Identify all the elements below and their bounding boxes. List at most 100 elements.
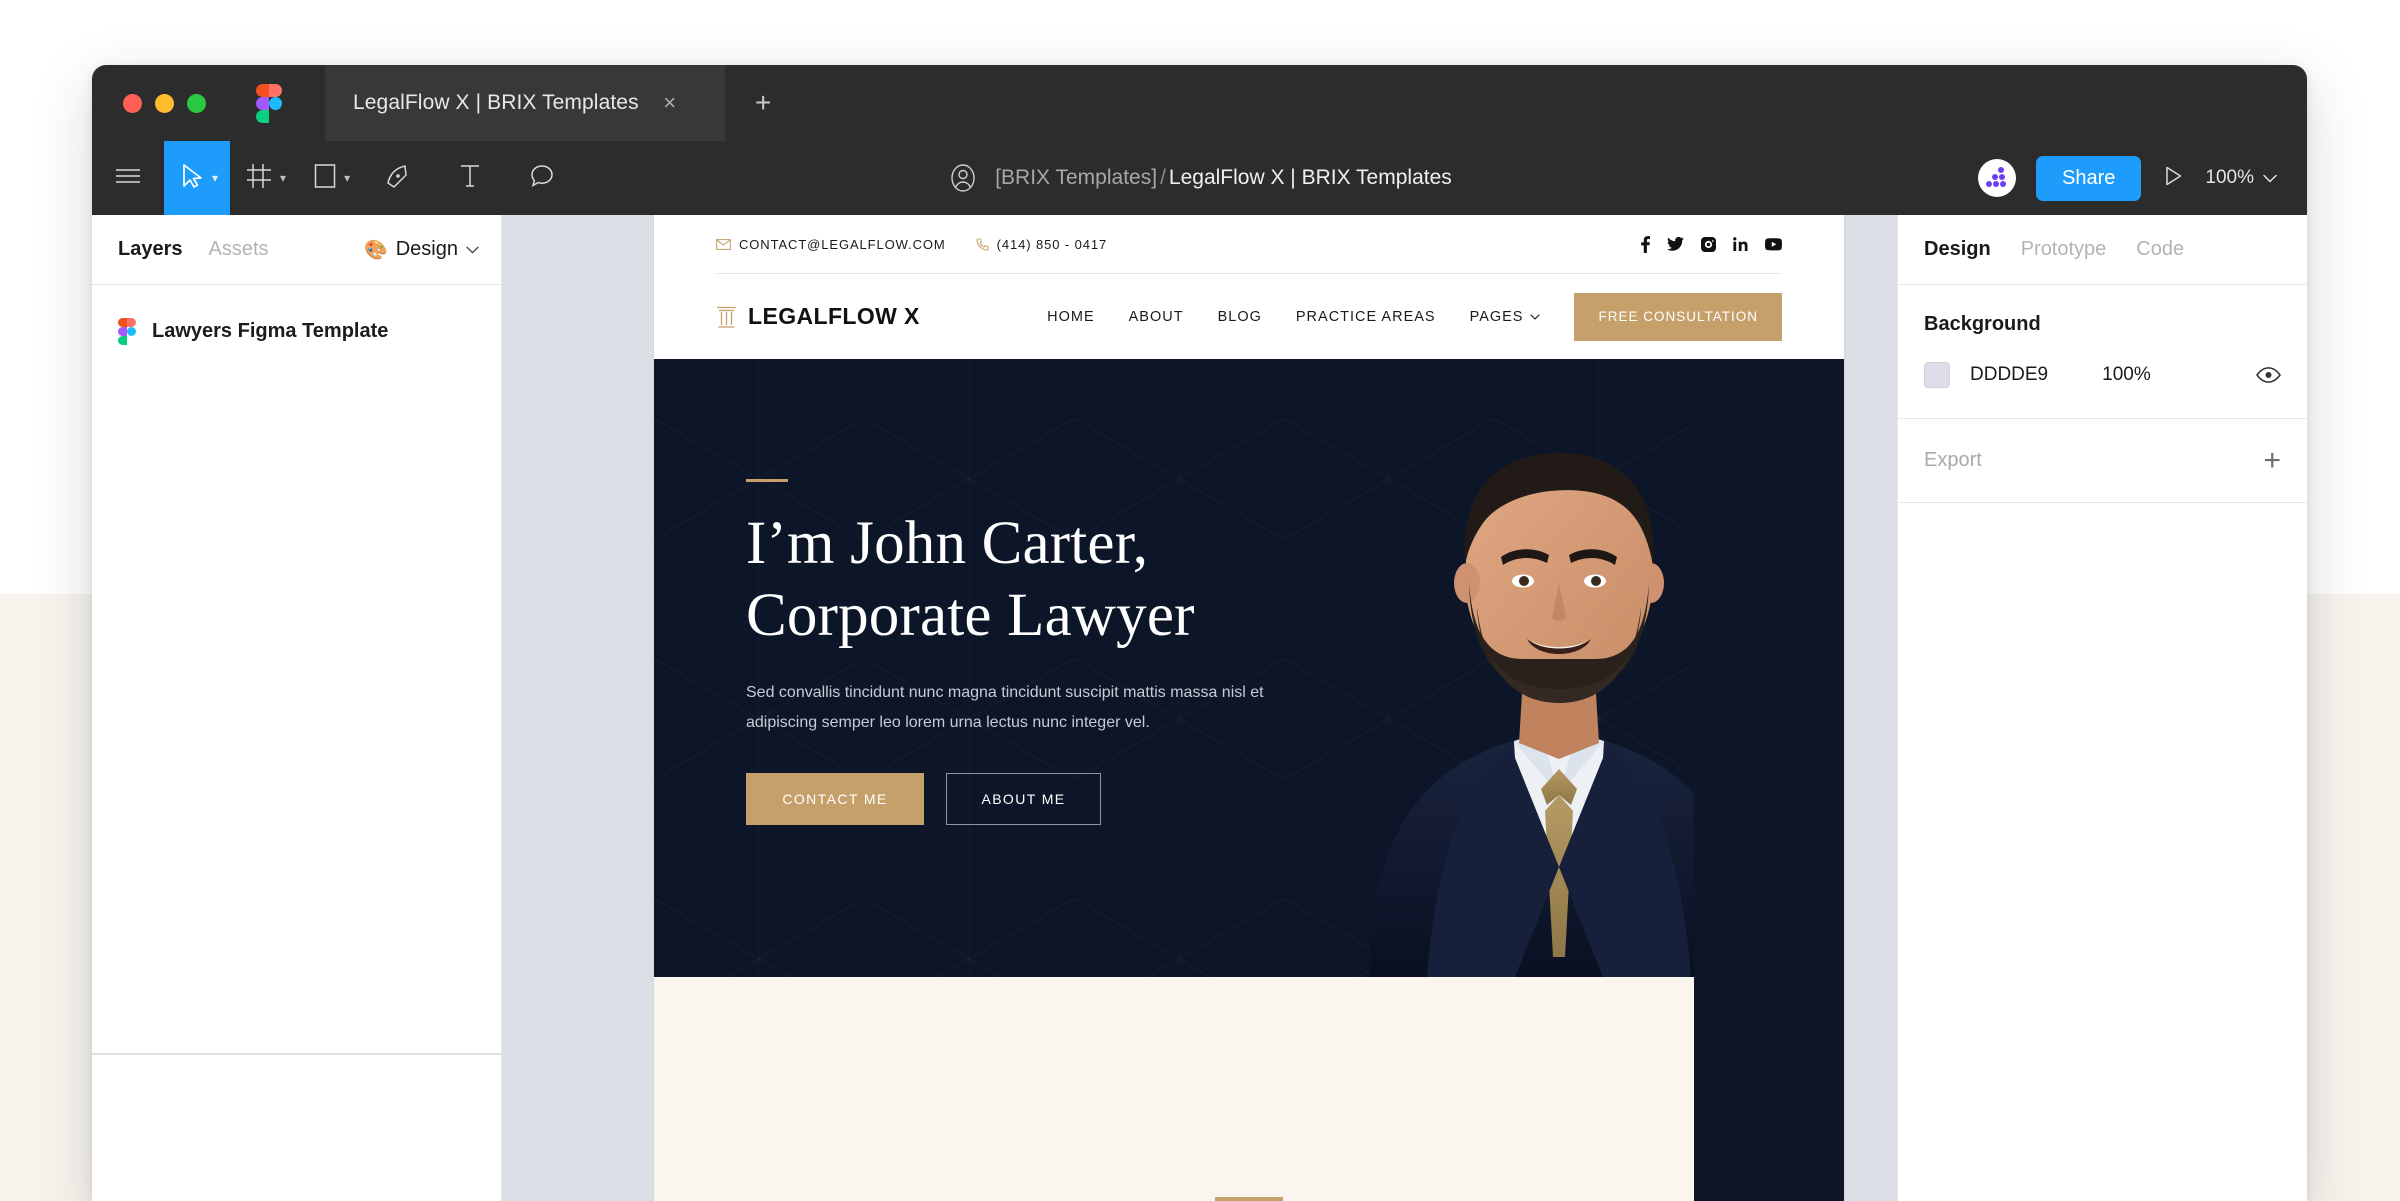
right-panel-tabs: Design Prototype Code	[1898, 215, 2307, 285]
toolbar-right-cluster: Share 100%	[1978, 155, 2307, 201]
design-chevron-down-icon[interactable]	[466, 246, 479, 254]
frame-tool-button[interactable]: ▾	[230, 141, 298, 215]
palette-icon: 🎨	[364, 239, 388, 261]
shape-tool-button[interactable]: ▾	[298, 141, 362, 215]
traffic-light-buttons	[123, 93, 206, 113]
maximize-window-button[interactable]	[187, 93, 206, 113]
facebook-icon[interactable]	[1641, 235, 1650, 253]
file-owner-avatar-icon[interactable]	[947, 162, 979, 194]
pillar-icon	[716, 305, 737, 329]
pen-icon	[385, 163, 411, 194]
figma-app-window: LegalFlow X | BRIX Templates × + ▾ ▾ ▾ […	[92, 65, 2307, 1201]
design-library-label: Design	[395, 238, 458, 260]
right-panel: Design Prototype Code Background DDDDE9 …	[1897, 215, 2307, 1201]
background-opacity-input[interactable]: 100%	[2102, 364, 2151, 386]
text-t-icon	[458, 163, 482, 194]
instagram-icon[interactable]	[1701, 236, 1716, 252]
contact-phone-text: (414) 850 - 0417	[996, 236, 1108, 252]
nav-link-pages[interactable]: PAGES	[1470, 309, 1541, 325]
cursor-arrow-icon	[180, 163, 204, 194]
free-consultation-button[interactable]: FREE CONSULTATION	[1574, 292, 1782, 341]
share-button[interactable]: Share	[2036, 155, 2142, 201]
tab-prototype[interactable]: Prototype	[2021, 238, 2107, 261]
main-menu-button[interactable]	[92, 141, 164, 215]
contact-email[interactable]: CONTACT@LEGALFLOW.COM	[716, 237, 946, 252]
lower-accent-dash	[1215, 1197, 1283, 1201]
present-button[interactable]	[2161, 164, 2185, 193]
frame-tool-chevron-down-icon[interactable]: ▾	[280, 171, 286, 185]
design-canvas[interactable]: CONTACT@LEGALFLOW.COM (414) 850 - 0417 L…	[502, 215, 1897, 1201]
zoom-chevron-down-icon[interactable]	[2263, 174, 2277, 183]
contact-phone[interactable]: (414) 850 - 0417	[976, 237, 1108, 252]
social-links	[1641, 235, 1782, 253]
background-color-swatch[interactable]	[1924, 362, 1950, 388]
site-brand-name: LEGALFLOW X	[748, 303, 920, 329]
phone-icon	[976, 237, 989, 251]
nav-link-pages-label: PAGES	[1469, 308, 1524, 325]
frame-icon	[246, 163, 272, 194]
export-title: Export	[1924, 449, 1982, 471]
export-section: Export +	[1898, 419, 2307, 503]
move-tool-button[interactable]: ▾	[164, 141, 231, 215]
hero-section: I’m John Carter, Corporate Lawyer Sed co…	[654, 359, 1844, 977]
play-triangle-icon	[2161, 164, 2185, 193]
background-section: Background DDDDE9 100%	[1898, 285, 2307, 419]
background-title: Background	[1924, 313, 2041, 335]
comment-tool-button[interactable]	[506, 141, 578, 215]
envelope-icon	[716, 238, 731, 250]
eye-icon[interactable]	[2256, 367, 2281, 383]
nav-link-about[interactable]: ABOUT	[1129, 309, 1184, 325]
app-body: Layers Assets 🎨 Design Lawyers Figma Tem…	[92, 215, 2307, 1201]
new-tab-button[interactable]: +	[755, 89, 771, 117]
avatar[interactable]	[1978, 159, 2017, 197]
pages-chevron-down-icon	[1530, 313, 1541, 320]
hero-buttons: CONTACT ME ABOUT ME	[746, 773, 1386, 826]
site-nav-links: HOME ABOUT BLOG PRACTICE AREAS PAGES	[1047, 309, 1541, 325]
tab-layers[interactable]: Layers	[118, 238, 183, 261]
tab-design[interactable]: Design	[1924, 238, 1991, 261]
list-item[interactable]: Lawyers Figma Template	[92, 309, 501, 353]
window-title-bar: LegalFlow X | BRIX Templates × +	[92, 65, 2307, 141]
contact-me-button[interactable]: CONTACT ME	[746, 773, 924, 826]
nav-link-blog[interactable]: BLOG	[1218, 309, 1262, 325]
linkedin-icon[interactable]	[1733, 237, 1748, 251]
figma-logo-icon	[256, 84, 282, 123]
breadcrumb-text[interactable]: [BRIX Templates] / LegalFlow X | BRIX Temp…	[995, 166, 1452, 190]
website-frame[interactable]: CONTACT@LEGALFLOW.COM (414) 850 - 0417 L…	[654, 215, 1844, 1201]
design-library-menu[interactable]: 🎨 Design	[364, 238, 479, 262]
background-hex-input[interactable]: DDDDE9	[1970, 364, 2048, 386]
comment-bubble-icon	[529, 163, 555, 194]
hero-title-line2: Corporate Lawyer	[746, 581, 1195, 649]
layer-list: Lawyers Figma Template	[92, 285, 501, 353]
tab-title: LegalFlow X | BRIX Templates	[353, 91, 639, 114]
left-panel-tabs: Layers Assets 🎨 Design	[92, 215, 501, 285]
background-row: DDDDE9 100%	[1924, 362, 2281, 388]
left-panel: Layers Assets 🎨 Design Lawyers Figma Tem…	[92, 215, 502, 1201]
youtube-icon[interactable]	[1765, 237, 1782, 251]
nav-link-practice-areas[interactable]: PRACTICE AREAS	[1296, 309, 1436, 325]
hero-title-line1: I’m John Carter,	[746, 510, 1149, 577]
browser-tab[interactable]: LegalFlow X | BRIX Templates ×	[325, 65, 725, 141]
breadcrumb-file: LegalFlow X | BRIX Templates	[1168, 166, 1452, 189]
tab-assets[interactable]: Assets	[209, 238, 269, 261]
hero-subtitle: Sed convallis tincidunt nunc magna tinci…	[746, 683, 1264, 731]
shape-tool-chevron-down-icon[interactable]: ▾	[344, 171, 350, 185]
export-add-button[interactable]: +	[2263, 445, 2281, 476]
hero-title: I’m John Carter, Corporate Lawyer	[746, 508, 1386, 652]
close-window-button[interactable]	[123, 93, 142, 113]
text-tool-button[interactable]	[434, 141, 506, 215]
move-tool-chevron-down-icon[interactable]: ▾	[212, 171, 218, 185]
minimize-window-button[interactable]	[155, 93, 174, 113]
tab-code[interactable]: Code	[2136, 238, 2184, 261]
hero-side-column	[1694, 359, 1844, 1201]
pen-tool-button[interactable]	[362, 141, 434, 215]
figma-file-icon	[118, 318, 136, 345]
nav-link-home[interactable]: HOME	[1047, 309, 1095, 325]
zoom-control[interactable]: 100%	[2205, 167, 2277, 189]
zoom-level-label: 100%	[2205, 167, 2254, 188]
about-me-button[interactable]: ABOUT ME	[946, 773, 1101, 826]
tab-close-icon[interactable]: ×	[657, 92, 683, 114]
site-brand[interactable]: LEGALFLOW X	[716, 303, 920, 330]
twitter-icon[interactable]	[1667, 237, 1684, 251]
site-lower-section	[654, 359, 1844, 1201]
